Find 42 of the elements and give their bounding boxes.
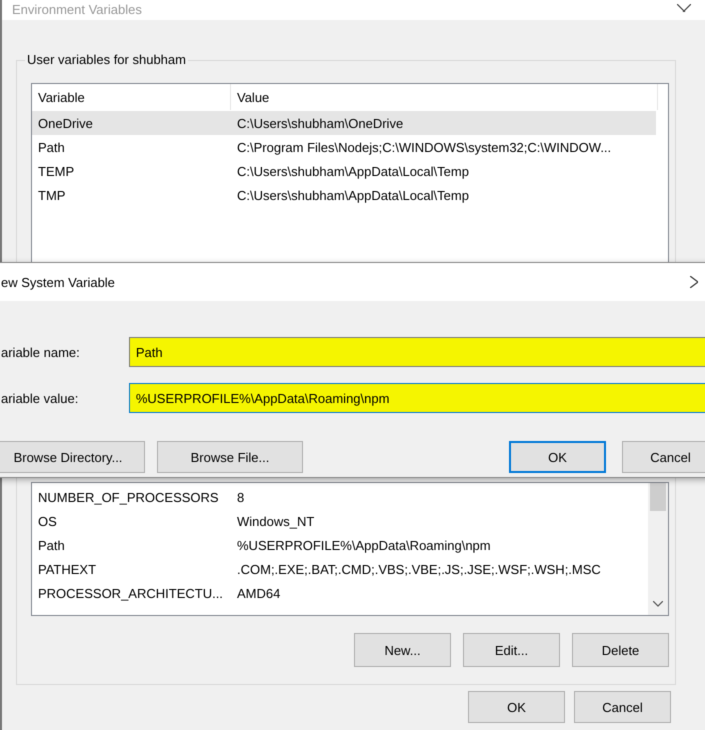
dialog-button[interactable]: OK (468, 691, 565, 723)
variable-name: NUMBER_OF_PROCESSORS (37, 490, 220, 504)
column-header[interactable]: Value (231, 84, 658, 110)
variable-name: PROCESSOR_ARCHITECTU... (37, 586, 224, 600)
list-action-button[interactable]: Edit... (463, 633, 560, 667)
chevron-down-icon[interactable] (653, 601, 663, 607)
dialog-title: ew System Variable (1, 274, 115, 290)
variable-name: Path (37, 538, 66, 552)
list-row[interactable]: TMP C:\Users\shubham\AppData\Local\Temp (32, 183, 656, 207)
variable-name: OneDrive (37, 116, 94, 130)
list-action-button[interactable]: New... (354, 633, 451, 667)
window-title: Environment Variables (12, 2, 142, 18)
variable-name: OS (37, 514, 58, 528)
dialog-button[interactable]: Cancel (622, 441, 705, 473)
text-field[interactable]: %USERPROFILE%\AppData\Roaming\npm (128, 383, 705, 413)
variable-value: %USERPROFILE%\AppData\Roaming\npm (236, 538, 491, 552)
variable-name: PATHEXT (37, 562, 98, 576)
dialog-button[interactable]: OK (509, 441, 606, 473)
dialog-button[interactable]: Cancel (574, 691, 671, 723)
list-action-button[interactable]: Delete (572, 633, 669, 667)
variable-value: C:\Program Files\Nodejs;C:\WINDOWS\system32;C:\WINDOW... (236, 140, 612, 154)
variable-name: Path (37, 140, 66, 154)
column-header[interactable]: Variable (32, 84, 231, 110)
browse-button[interactable]: Browse File... (157, 441, 303, 473)
variable-value: C:\Users\shubham\OneDrive (236, 116, 404, 130)
list-row[interactable]: OneDrive C:\Users\shubham\OneDrive (32, 111, 656, 135)
variable-value: 8 (236, 490, 244, 504)
list-row[interactable]: Path C:\Program Files\Nodejs;C:\WINDOWS\system32;C:\WINDOW... (32, 135, 656, 159)
variable-value: Windows_NT (236, 514, 314, 528)
field-label: ariable name: (0, 344, 81, 360)
scrollbar[interactable] (648, 483, 668, 615)
list-row[interactable]: TEMP C:\Users\shubham\AppData\Local\Temp (32, 159, 656, 183)
field-label: ariable value: (0, 390, 80, 406)
scrollbar-thumb[interactable] (650, 483, 666, 511)
browse-button[interactable]: Browse Directory... (0, 441, 145, 473)
variable-value: AMD64 (236, 586, 280, 600)
variable-name: TMP (37, 188, 66, 202)
variable-value: C:\Users\shubham\AppData\Local\Temp (236, 164, 469, 178)
variable-value: .COM;.EXE;.BAT;.CMD;.VBS;.VBE;.JS;.JSE;.WSF;.WSH;.MSC (236, 562, 601, 576)
variable-name: TEMP (37, 164, 76, 178)
text-field[interactable]: Path (128, 337, 705, 367)
variable-value: C:\Users\shubham\AppData\Local\Temp (236, 188, 469, 202)
